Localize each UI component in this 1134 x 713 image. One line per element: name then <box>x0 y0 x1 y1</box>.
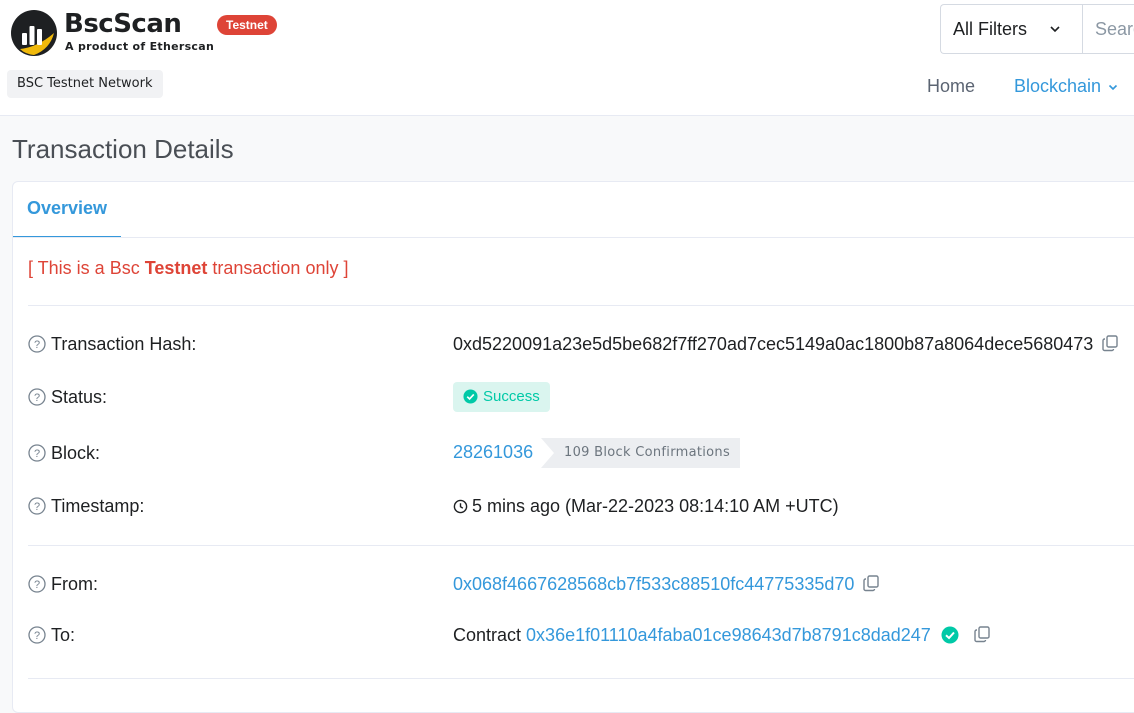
block-number-link[interactable]: 28261036 <box>453 440 533 464</box>
svg-text:?: ? <box>34 448 40 460</box>
notice-bold-text: Testnet <box>144 258 208 278</box>
from-label-text: From: <box>51 574 98 594</box>
timestamp-label-text: Timestamp: <box>51 496 145 516</box>
tabs-divider <box>13 237 1134 238</box>
chevron-down-icon <box>1108 85 1118 91</box>
search-filter-value: All Filters <box>953 19 1028 39</box>
verified-check-icon <box>941 626 959 644</box>
status-badge: Success <box>453 382 550 412</box>
to-label-text: To: <box>51 625 76 645</box>
bscscan-logo-icon[interactable] <box>10 9 58 57</box>
network-label: BSC Testnet Network <box>7 70 163 98</box>
testnet-badge: Testnet <box>217 15 277 35</box>
block-label: ? Block: <box>28 441 100 465</box>
search-filter-select[interactable]: All Filters <box>940 4 1082 54</box>
svg-text:?: ? <box>34 339 40 351</box>
status-label: ? Status: <box>28 385 107 409</box>
notice-text: [ This is a Bsc <box>28 258 145 278</box>
search-input[interactable] <box>1082 4 1134 54</box>
question-circle-icon[interactable]: ? <box>28 388 46 406</box>
brand-tagline: A product of Etherscan <box>65 40 215 53</box>
chevron-down-icon <box>1050 26 1060 33</box>
from-label: ? From: <box>28 572 98 596</box>
tx-hash-value-row: 0xd5220091a23e5d5be682f7ff270ad7cec5149a… <box>453 332 1119 356</box>
copy-icon[interactable] <box>1101 334 1119 352</box>
page-title: Transaction Details <box>12 134 234 164</box>
tx-hash-label-text: Transaction Hash: <box>51 334 197 354</box>
timestamp-value-row: 5 mins ago (Mar-22-2023 08:14:10 AM +UTC… <box>453 494 839 518</box>
copy-icon[interactable] <box>862 574 880 592</box>
timestamp-label: ? Timestamp: <box>28 494 144 518</box>
from-address-link[interactable]: 0x068f4667628568cb7f533c88510fc44775335d… <box>453 574 854 594</box>
block-label-text: Block: <box>51 443 101 463</box>
divider <box>28 545 1134 546</box>
tx-hash-value: 0xd5220091a23e5d5be682f7ff270ad7cec5149a… <box>453 334 1094 354</box>
question-circle-icon[interactable]: ? <box>28 575 46 593</box>
svg-text:?: ? <box>34 392 40 404</box>
status-label-text: Status: <box>51 387 108 407</box>
clock-icon <box>453 499 468 514</box>
block-confirmations-badge: 109 Block Confirmations <box>541 438 741 468</box>
notice-text-end: transaction only ] <box>207 258 349 278</box>
brand-name[interactable]: BscScan <box>64 8 182 40</box>
tab-overview[interactable]: Overview <box>13 182 121 238</box>
testnet-notice: [ This is a Bsc Testnet transaction only… <box>28 257 348 279</box>
svg-text:?: ? <box>34 630 40 642</box>
to-value-row: Contract 0x36e1f01110a4faba01ce98643d7b8… <box>453 623 991 647</box>
divider <box>28 305 1134 306</box>
from-value-row: 0x068f4667628568cb7f533c88510fc44775335d… <box>453 572 880 596</box>
site-header: BscScan A product of Etherscan Testnet B… <box>0 0 1134 116</box>
check-circle-icon <box>463 389 478 404</box>
svg-text:?: ? <box>34 501 40 513</box>
nav-blockchain[interactable]: Blockchain <box>1014 75 1119 97</box>
to-contract-prefix: Contract <box>453 625 522 645</box>
to-contract-address-link[interactable]: 0x36e1f01110a4faba01ce98643d7b8791c8dad2… <box>526 625 931 645</box>
svg-text:?: ? <box>34 579 40 591</box>
to-label: ? To: <box>28 623 75 647</box>
question-circle-icon[interactable]: ? <box>28 497 46 515</box>
question-circle-icon[interactable]: ? <box>28 626 46 644</box>
nav-blockchain-label: Blockchain <box>1014 76 1102 96</box>
status-value: Success <box>483 388 540 405</box>
timestamp-value: 5 mins ago (Mar-22-2023 08:14:10 AM +UTC… <box>472 496 839 516</box>
question-circle-icon[interactable]: ? <box>28 444 46 462</box>
nav-home[interactable]: Home <box>927 75 975 97</box>
transaction-details-card: Overview [ This is a Bsc Testnet transac… <box>12 181 1134 713</box>
tx-hash-label: ? Transaction Hash: <box>28 332 196 356</box>
question-circle-icon[interactable]: ? <box>28 335 46 353</box>
divider <box>28 678 1134 679</box>
copy-icon[interactable] <box>973 625 991 643</box>
